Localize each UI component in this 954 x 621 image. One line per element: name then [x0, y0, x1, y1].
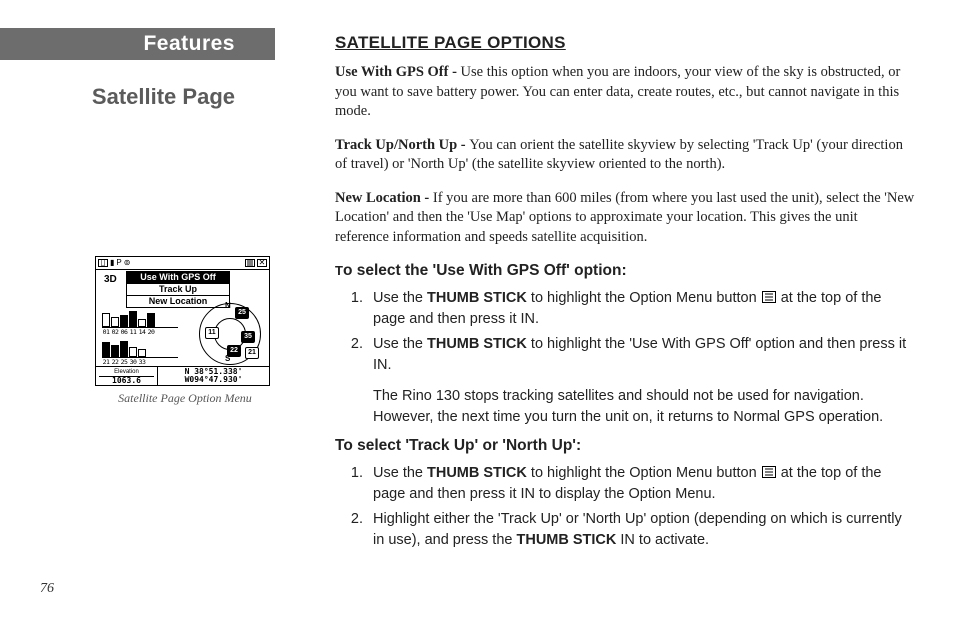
- section-tab: Features: [0, 28, 275, 60]
- page: Features Satellite Page ▯ ▮ P ⊚ ✕ 3D Use…: [0, 0, 954, 621]
- sub-heading-track-up: To select 'Track Up' or 'North Up':: [335, 436, 915, 457]
- lcd-menu-item: Track Up: [127, 284, 229, 296]
- menu-icon: [245, 259, 255, 267]
- figure: ▯ ▮ P ⊚ ✕ 3D Use With GPS Off Track Up N…: [95, 256, 275, 406]
- sub-heading-gps-off: To select the 'Use With GPS Off' option:: [335, 261, 915, 282]
- lcd-skyview: N S 2511352221: [195, 303, 263, 363]
- lcd-bars-row1: 010206111420: [102, 309, 178, 337]
- step-item: Use the THUMB STICK to highlight the Opt…: [367, 288, 915, 330]
- sat-icon: ⊚: [124, 258, 131, 269]
- close-icon: ✕: [257, 259, 267, 267]
- paragraph-gps-off: Use With GPS Off - Use this option when …: [335, 63, 915, 122]
- section-heading: SATELLITE PAGE OPTIONS: [335, 32, 915, 55]
- lcd-elev-value: 1063.6: [99, 377, 154, 385]
- page-title: Satellite Page: [0, 82, 275, 112]
- lcd-sat: 22: [227, 345, 241, 357]
- lcd-bottom-bar: Elevation 1063.6 N 38°51.338' W094°47.93…: [96, 366, 269, 385]
- lcd-coord-w: W094°47.930': [161, 376, 266, 384]
- step-item: Highlight either the 'Track Up' or 'Nort…: [367, 509, 915, 551]
- step-item: Use the THUMB STICK to highlight the Opt…: [367, 463, 915, 505]
- thumb-stick-label: THUMB STICK: [516, 532, 616, 548]
- lcd-sat: 25: [235, 307, 249, 319]
- content-column: SATELLITE PAGE OPTIONS Use With GPS Off …: [335, 32, 915, 561]
- lcd-screenshot: ▯ ▮ P ⊚ ✕ 3D Use With GPS Off Track Up N…: [95, 256, 270, 386]
- page-number: 76: [40, 580, 54, 599]
- signal-icon: P: [116, 258, 121, 269]
- radio-icon: ▯: [98, 259, 108, 267]
- lcd-menu-item: Use With GPS Off: [127, 272, 229, 284]
- lcd-sat: 35: [241, 331, 255, 343]
- steps-track-up: Use the THUMB STICK to highlight the Opt…: [335, 463, 915, 551]
- option-menu-icon: [762, 466, 776, 478]
- lcd-bars-row2: 2122253033: [102, 339, 178, 367]
- figure-caption: Satellite Page Option Menu: [95, 390, 275, 406]
- option-menu-icon: [762, 291, 776, 303]
- thumb-stick-label: THUMB STICK: [427, 290, 527, 306]
- lead-text: Use With GPS Off -: [335, 64, 461, 80]
- paragraph-track-up: Track Up/North Up - You can orient the s…: [335, 136, 915, 175]
- lcd-3d-label: 3D: [104, 273, 117, 287]
- battery-icon: ▮: [110, 258, 114, 269]
- lcd-sat: 11: [205, 327, 219, 339]
- steps-gps-off: Use the THUMB STICK to highlight the Opt…: [335, 288, 915, 376]
- lead-text: New Location -: [335, 190, 433, 206]
- step-note: The Rino 130 stops tracking satellites a…: [367, 386, 915, 428]
- thumb-stick-label: THUMB STICK: [427, 336, 527, 352]
- paragraph-new-location: New Location - If you are more than 600 …: [335, 189, 915, 248]
- step-item: Use the THUMB STICK to highlight the 'Us…: [367, 334, 915, 376]
- thumb-stick-label: THUMB STICK: [427, 465, 527, 481]
- lcd-sat: 21: [245, 347, 259, 359]
- lead-text: Track Up/North Up -: [335, 137, 469, 153]
